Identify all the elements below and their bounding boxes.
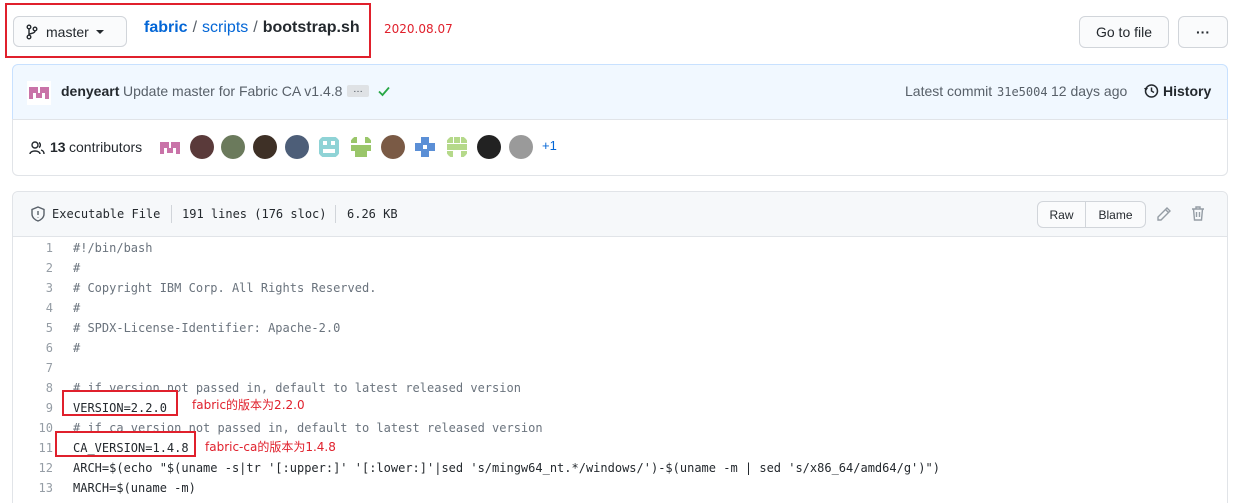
breadcrumb-separator: / [192, 19, 198, 36]
code-line: 1 #!/bin/bash [13, 238, 1227, 258]
git-branch-icon [26, 24, 38, 39]
annotation-ca-note: fabric-ca的版本为1.4.8 [205, 440, 336, 454]
line-number[interactable]: 1 [13, 241, 53, 255]
branch-name: master [46, 23, 89, 40]
code-view: 1 #!/bin/bash 2 # 3 # Copyright IBM Corp. A… [13, 238, 1227, 498]
annotation-version-note: fabric的版本为2.2.0 [192, 398, 305, 412]
line-number[interactable]: 13 [13, 481, 53, 495]
go-to-file-button[interactable]: Go to file [1079, 16, 1169, 48]
line-number[interactable]: 8 [13, 381, 53, 395]
line-number[interactable]: 6 [13, 341, 53, 355]
blame-button[interactable]: Blame [1085, 201, 1146, 228]
check-icon [378, 86, 390, 97]
file-meta-divider [335, 205, 336, 223]
annotation-box-ca-version [55, 431, 196, 457]
contributor-avatar[interactable] [285, 135, 309, 159]
shield-icon [31, 206, 45, 222]
code-line: 7 [13, 358, 1227, 378]
caret-down-icon [95, 29, 104, 34]
latest-commit-label: Latest commit [905, 83, 993, 99]
line-number[interactable]: 4 [13, 301, 53, 315]
line-content: MARCH=$(uname -m) [73, 481, 196, 495]
raw-button[interactable]: Raw [1037, 201, 1086, 228]
people-icon [29, 141, 45, 155]
commit-sha[interactable]: 31e5004 [997, 85, 1048, 99]
contributor-avatar[interactable] [413, 135, 437, 159]
code-line: 13 MARCH=$(uname -m) [13, 478, 1227, 498]
contributor-avatar[interactable] [381, 135, 405, 159]
line-number[interactable]: 12 [13, 461, 53, 475]
file-lines: 191 lines (176 sloc) [182, 207, 327, 221]
contributors-label[interactable]: contributors [69, 139, 142, 155]
breadcrumb-file-name: bootstrap.sh [262, 19, 360, 36]
contributor-avatar[interactable] [221, 135, 245, 159]
file-header: Executable File 191 lines (176 sloc) 6.2… [13, 192, 1227, 237]
author-avatar[interactable] [27, 81, 51, 105]
line-content: #!/bin/bash [73, 241, 153, 255]
annotation-box-version [62, 390, 178, 416]
file-meta-divider [171, 205, 172, 223]
commit-age: 12 days ago [1051, 83, 1128, 99]
contributor-avatar[interactable] [190, 135, 214, 159]
pencil-icon[interactable] [1156, 206, 1172, 222]
line-number[interactable]: 10 [13, 421, 53, 435]
history-link[interactable]: History [1163, 83, 1211, 99]
line-content: # [73, 261, 81, 275]
contributors-count[interactable]: 13 [50, 139, 66, 155]
commit-author[interactable]: denyeart [61, 83, 119, 99]
file-size: 6.26 KB [347, 207, 398, 221]
trash-icon[interactable] [1191, 205, 1205, 221]
line-number[interactable]: 11 [13, 441, 53, 455]
line-content: # [73, 301, 81, 315]
contributor-avatar[interactable] [158, 136, 182, 160]
contributor-avatar[interactable] [445, 135, 469, 159]
contributor-avatar[interactable] [253, 135, 277, 159]
contributor-avatar[interactable] [349, 135, 373, 159]
line-number[interactable]: 5 [13, 321, 53, 335]
code-line: 3 # Copyright IBM Corp. All Rights Reserv… [13, 278, 1227, 298]
commit-message[interactable]: Update master for Fabric CA v1.4.8 [123, 83, 342, 99]
code-line: 8 # if version not passed in, default to … [13, 378, 1227, 398]
file-mode: Executable File [52, 207, 161, 221]
breadcrumb-folder-link[interactable]: scripts [202, 19, 248, 36]
history-icon [1144, 84, 1159, 98]
contributor-avatar[interactable] [477, 135, 501, 159]
latest-commit-bar: denyeart Update master for Fabric CA v1.… [12, 64, 1228, 120]
breadcrumb: fabric / scripts / bootstrap.sh [144, 17, 360, 39]
commit-expand-button[interactable]: … [347, 85, 369, 97]
more-options-button[interactable]: ··· [1178, 16, 1228, 48]
breadcrumb-repo-link[interactable]: fabric [144, 19, 188, 36]
code-line: 4 # [13, 298, 1227, 318]
line-content: # Copyright IBM Corp. All Rights Reserve… [73, 281, 377, 295]
line-content: ARCH=$(echo "$(uname -s|tr '[:upper:]' '… [73, 461, 940, 475]
line-number[interactable]: 2 [13, 261, 53, 275]
code-line: 2 # [13, 258, 1227, 278]
breadcrumb-separator: / [253, 19, 258, 36]
contributors-bar: 13 contributors +1 [12, 119, 1228, 176]
code-line: 12 ARCH=$(echo "$(uname -s|tr '[:upper:]'… [13, 458, 1227, 478]
line-number[interactable]: 9 [13, 401, 53, 415]
contributor-avatar[interactable] [317, 135, 341, 159]
more-contributors-link[interactable]: +1 [542, 138, 557, 153]
contributor-avatar[interactable] [509, 135, 533, 159]
line-content: # SPDX-License-Identifier: Apache-2.0 [73, 321, 341, 335]
line-number[interactable]: 3 [13, 281, 53, 295]
line-content: # [73, 341, 81, 355]
code-line: 6 # [13, 338, 1227, 358]
branch-select-button[interactable]: master [13, 16, 127, 47]
line-number[interactable]: 7 [13, 361, 53, 375]
code-line: 5 # SPDX-License-Identifier: Apache-2.0 [13, 318, 1227, 338]
annotation-date: 2020.08.07 [384, 22, 453, 36]
